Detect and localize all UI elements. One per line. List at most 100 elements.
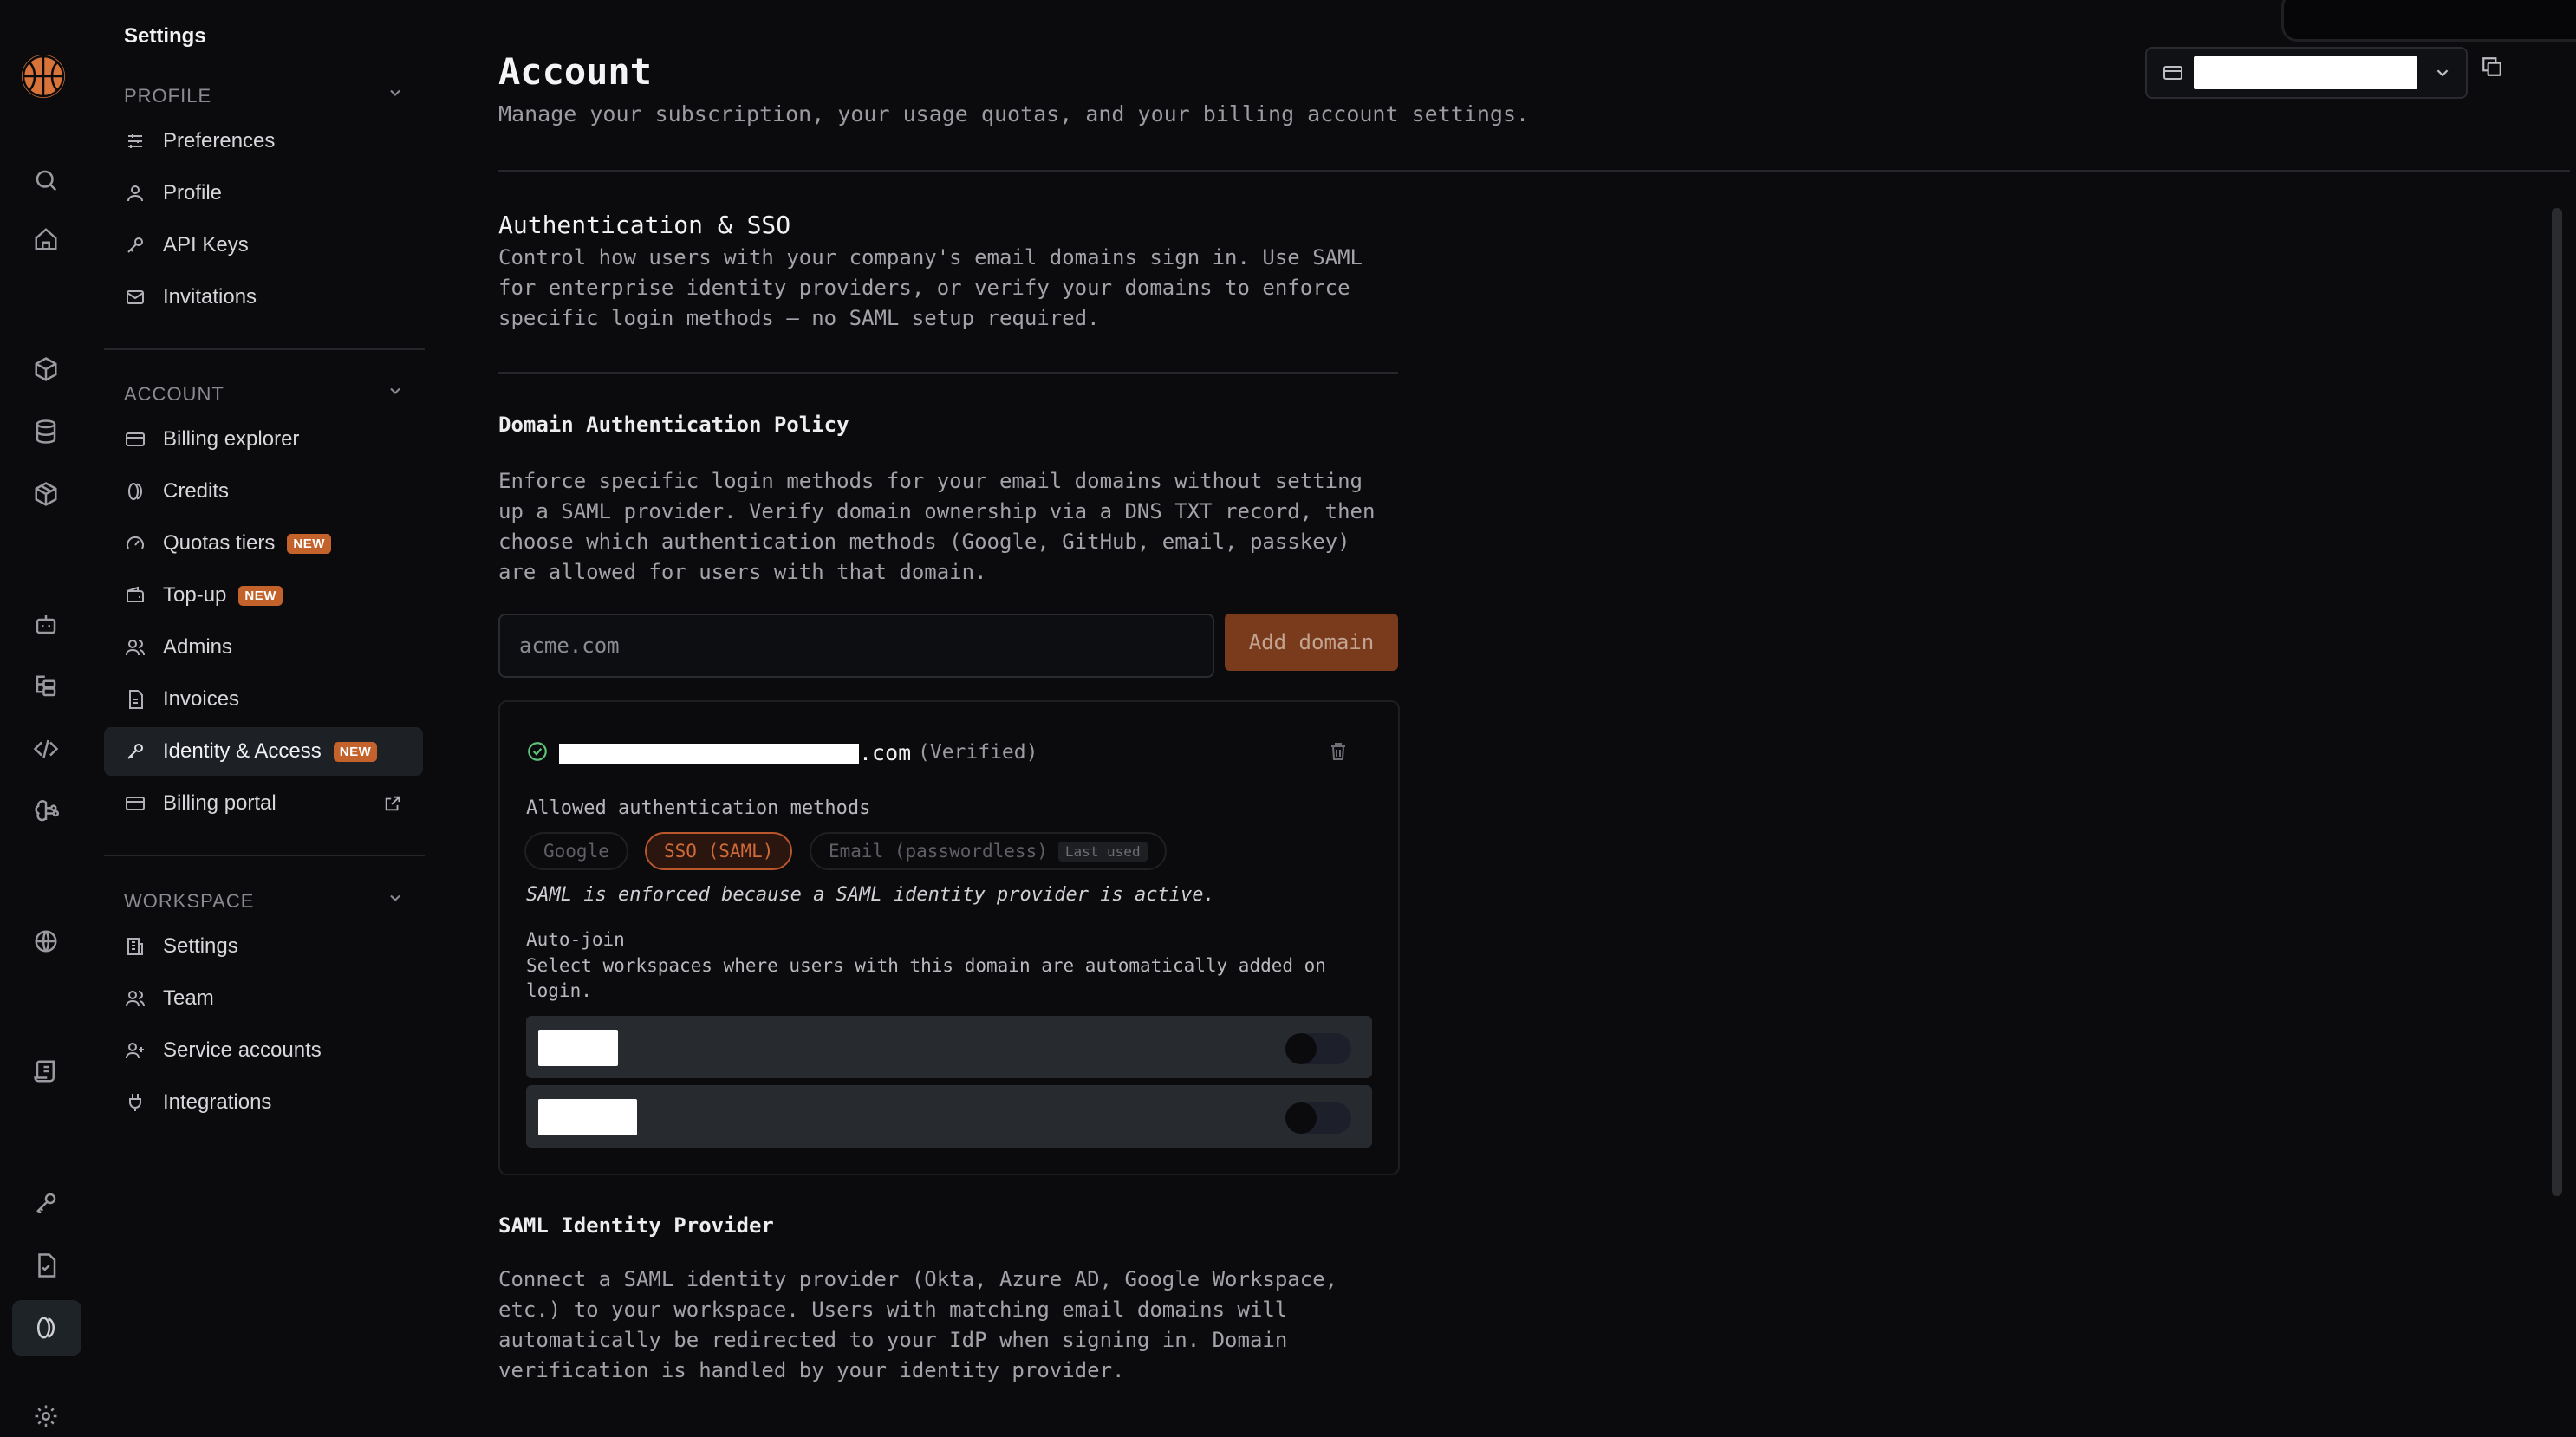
workspace-row (526, 1085, 1372, 1148)
sidebar-item-label: Billing portal (163, 791, 276, 815)
method-email-passwordless[interactable]: Email (passwordless) Last used (810, 832, 1167, 870)
sidebar-item-top-up[interactable]: Top-up NEW (104, 571, 423, 620)
sidebar-item-label: Settings (163, 934, 238, 958)
domain-input[interactable] (500, 615, 1213, 676)
package-icon[interactable] (25, 473, 67, 515)
sidebar-item-label: Identity & Access (163, 739, 322, 763)
sidebar-item-service-accounts[interactable]: Service accounts (104, 1026, 423, 1075)
method-label: Email (passwordless) (829, 841, 1048, 862)
sidebar-item-billing-portal[interactable]: Billing portal (104, 779, 423, 828)
redacted-domain-name (559, 744, 859, 764)
sidebar-divider (104, 855, 425, 856)
toggle-knob (1285, 1033, 1317, 1064)
domain-card: .com (Verified) Allowed authentication m… (498, 700, 1400, 1175)
sidebar-item-invoices[interactable]: Invoices (104, 675, 423, 724)
section-divider (498, 372, 1398, 374)
scroll-icon[interactable] (25, 1050, 67, 1092)
sidebar-item-team[interactable]: Team (104, 974, 423, 1023)
mail-icon (123, 285, 147, 309)
gear-icon[interactable] (25, 1395, 67, 1437)
sidebar-item-label: Integrations (163, 1090, 272, 1114)
credit-card-icon (123, 427, 147, 452)
coins-icon (123, 479, 147, 504)
code-icon[interactable] (25, 728, 67, 770)
users-icon (123, 635, 147, 660)
sidebar-item-workspace-settings[interactable]: Settings (104, 922, 423, 971)
search-icon[interactable] (25, 159, 67, 201)
redacted-workspace-name (538, 1099, 637, 1135)
domain-policy-title: Domain Authentication Policy (498, 413, 849, 437)
autojoin-toggle[interactable] (1285, 1102, 1351, 1134)
method-google[interactable]: Google (524, 832, 628, 870)
coins-icon[interactable] (25, 1307, 67, 1349)
credit-card-icon (2163, 62, 2183, 83)
chevron-down-icon[interactable] (387, 84, 404, 101)
building-icon (123, 934, 147, 959)
sidebar-item-profile[interactable]: Profile (104, 169, 423, 218)
cube-icon[interactable] (25, 348, 67, 390)
external-link-icon (383, 794, 402, 813)
sidebar-item-preferences[interactable]: Preferences (104, 117, 423, 166)
popover-fragment (2281, 0, 2576, 42)
sidebar-item-billing-explorer[interactable]: Billing explorer (104, 415, 423, 464)
chevron-down-icon (2433, 63, 2452, 82)
section-workspace-label[interactable]: WORKSPACE (124, 890, 254, 913)
trash-icon[interactable] (1328, 741, 1349, 762)
method-label: Google (543, 841, 609, 862)
verified-check-icon (526, 740, 549, 763)
sidebar-item-label: Invoices (163, 687, 240, 711)
bot-icon[interactable] (25, 603, 67, 645)
brain-icon[interactable] (25, 790, 67, 832)
settings-sidebar: Settings PROFILE Preferences Profile API… (104, 0, 425, 1420)
sidebar-item-quotas-tiers[interactable]: Quotas tiers NEW (104, 519, 423, 568)
section-account-label[interactable]: ACCOUNT (124, 383, 224, 406)
sidebar-item-integrations[interactable]: Integrations (104, 1078, 423, 1127)
tree-icon[interactable] (25, 666, 67, 707)
billing-account-select[interactable] (2145, 47, 2468, 99)
scrollbar[interactable] (2552, 208, 2562, 1196)
sidebar-item-label: Quotas tiers (163, 531, 276, 555)
home-icon[interactable] (25, 218, 67, 260)
sidebar-divider (104, 348, 425, 350)
domain-policy-description: Enforce specific login methods for your … (498, 469, 1376, 584)
sliders-icon (123, 129, 147, 153)
sidebar-item-label: Credits (163, 479, 230, 503)
chevron-down-icon[interactable] (387, 889, 404, 907)
sidebar-item-label: API Keys (163, 233, 249, 257)
section-profile-label[interactable]: PROFILE (124, 85, 211, 107)
file-check-icon[interactable] (25, 1245, 67, 1286)
auth-section-title: Authentication & SSO (498, 211, 791, 239)
sidebar-item-label: Invitations (163, 285, 257, 309)
sidebar-item-identity-access[interactable]: Identity & Access NEW (104, 727, 423, 776)
sidebar-item-label: Admins (163, 635, 233, 659)
copy-icon[interactable] (2481, 55, 2503, 78)
workspace-row (526, 1016, 1372, 1078)
globe-icon[interactable] (25, 920, 67, 962)
domain-status: (Verified) (918, 741, 1038, 764)
last-used-tag: Last used (1057, 841, 1148, 862)
add-domain-button[interactable]: Add domain (1225, 614, 1398, 671)
saml-enforced-note: SAML is enforced because a SAML identity… (526, 884, 1215, 906)
new-badge: NEW (287, 533, 331, 554)
domain-input-wrapper (498, 614, 1214, 678)
header-divider (498, 170, 2570, 172)
sidebar-item-invitations[interactable]: Invitations (104, 273, 423, 322)
app-logo[interactable] (22, 55, 65, 98)
sidebar-item-admins[interactable]: Admins (104, 623, 423, 672)
key-icon (123, 739, 147, 764)
sidebar-item-label: Billing explorer (163, 427, 300, 451)
auth-section-description: Control how users with your company's em… (498, 245, 1363, 330)
sidebar-item-label: Team (163, 986, 214, 1010)
autojoin-toggle[interactable] (1285, 1033, 1351, 1064)
method-sso-saml[interactable]: SSO (SAML) (645, 832, 793, 870)
redacted-account-name (2194, 56, 2417, 89)
sidebar-item-api-keys[interactable]: API Keys (104, 221, 423, 270)
saml-idp-description: Connect a SAML identity provider (Okta, … (498, 1267, 1338, 1382)
sidebar-item-credits[interactable]: Credits (104, 467, 423, 516)
file-text-icon (123, 687, 147, 712)
user-plus-icon (123, 1038, 147, 1063)
database-icon[interactable] (25, 411, 67, 452)
key-icon (123, 233, 147, 257)
chevron-down-icon[interactable] (387, 382, 404, 400)
key-icon[interactable] (25, 1182, 67, 1224)
